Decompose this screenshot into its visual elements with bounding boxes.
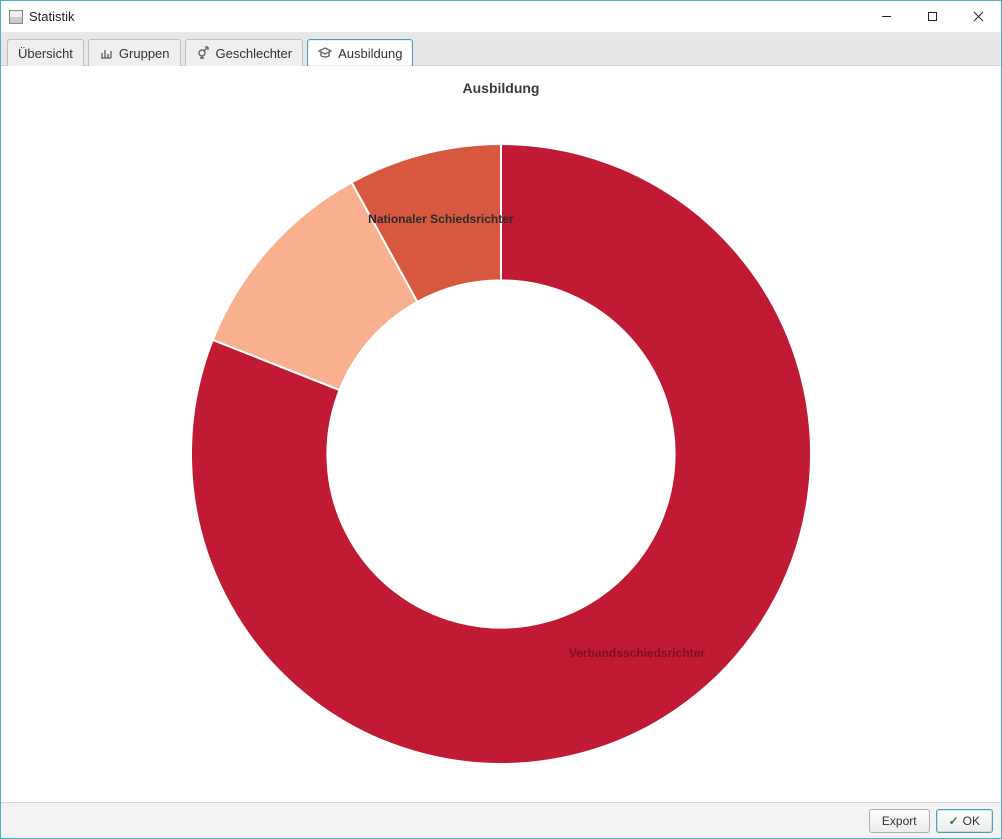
- tab-label: Übersicht: [18, 46, 73, 61]
- graduation-cap-icon: [318, 46, 332, 60]
- donut-chart: Verbandsschiedsrichter Nationaler Schieds…: [1, 106, 1001, 802]
- ok-button[interactable]: ✓ OK: [936, 809, 993, 833]
- chart-area: Ausbildung Verbandsschiedsrichter Nationa…: [1, 66, 1001, 802]
- export-button[interactable]: Export: [869, 809, 930, 833]
- tabbar: Übersicht Gruppen Geschlechter Ausbildun…: [1, 33, 1001, 66]
- minimize-button[interactable]: [863, 1, 909, 32]
- gender-icon: [196, 46, 210, 60]
- tab-groups[interactable]: Gruppen: [88, 39, 181, 66]
- app-icon: [9, 10, 23, 24]
- check-icon: ✓: [949, 814, 959, 828]
- maximize-button[interactable]: [909, 1, 955, 32]
- tab-overview[interactable]: Übersicht: [7, 39, 84, 66]
- tab-label: Gruppen: [119, 46, 170, 61]
- footer: Export ✓ OK: [1, 802, 1001, 838]
- tab-label: Geschlechter: [216, 46, 293, 61]
- bar-chart-icon: [99, 46, 113, 60]
- titlebar: Statistik: [1, 1, 1001, 33]
- tab-label: Ausbildung: [338, 46, 402, 61]
- tab-genders[interactable]: Geschlechter: [185, 39, 304, 66]
- window-controls: [863, 1, 1001, 32]
- chart-title: Ausbildung: [1, 80, 1001, 96]
- app-window: Statistik Übersicht Gruppen: [0, 0, 1002, 839]
- donut-slice-label: Verbandsschiedsrichter: [569, 646, 705, 660]
- tab-education[interactable]: Ausbildung: [307, 39, 413, 66]
- donut-slice-label: Nationaler Schiedsrichter: [368, 212, 514, 226]
- window-title: Statistik: [29, 9, 75, 24]
- button-label: OK: [963, 814, 980, 828]
- button-label: Export: [882, 814, 917, 828]
- close-button[interactable]: [955, 1, 1001, 32]
